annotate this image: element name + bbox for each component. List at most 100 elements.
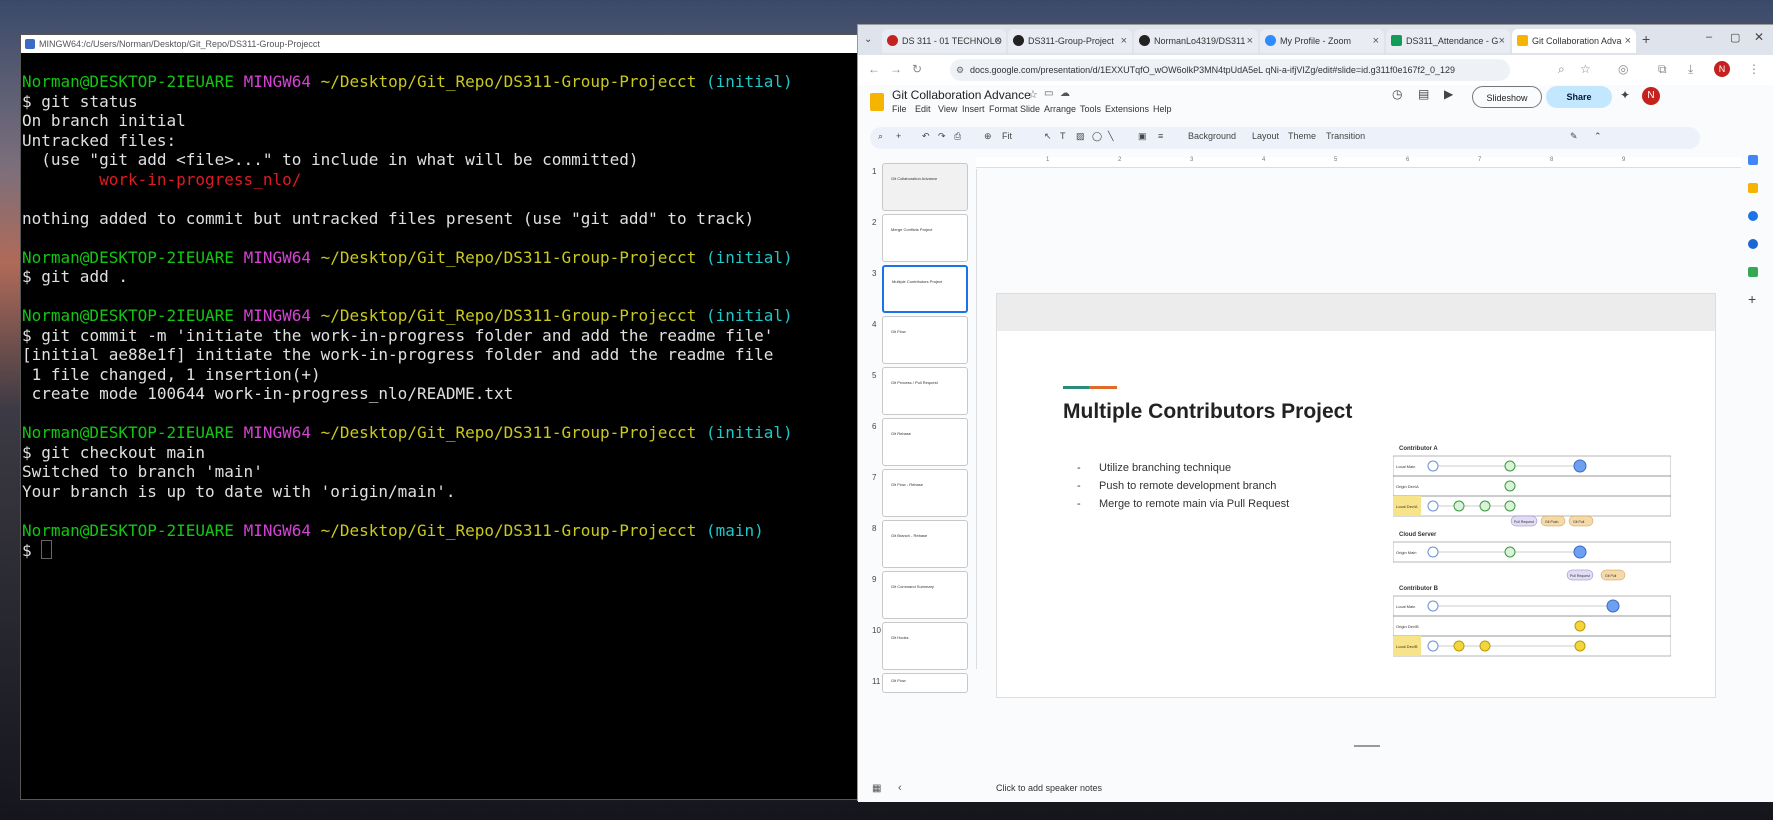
select-tool-icon[interactable]: ↖ (1044, 131, 1052, 142)
profile-avatar[interactable]: N (1714, 61, 1730, 77)
slide-thumb[interactable]: Git Process / Pull Request (882, 367, 968, 415)
menu-extensions[interactable]: Extensions (1105, 104, 1149, 114)
menu-arrange[interactable]: Arrange (1044, 104, 1076, 114)
calendar-icon[interactable] (1748, 155, 1758, 165)
browser-tab-active[interactable]: Git Collaboration Adva × (1512, 29, 1636, 53)
browser-menu-icon[interactable]: ⋮ (1748, 62, 1760, 76)
history-icon[interactable]: ◷ (1392, 87, 1402, 101)
horizontal-ruler[interactable]: 1 2 3 4 5 6 7 8 9 (976, 157, 1741, 168)
slide[interactable]: Multiple Contributors Project - Utilize b… (996, 293, 1716, 698)
minimize-button[interactable]: – (1706, 31, 1712, 43)
contacts-icon[interactable] (1748, 239, 1758, 249)
reload-icon[interactable]: ↻ (912, 62, 922, 76)
bookmark-star-icon[interactable]: ☆ (1580, 62, 1591, 76)
menu-file[interactable]: File (892, 104, 907, 114)
print-icon[interactable]: ⎙ (954, 131, 961, 142)
slide-thumb[interactable]: Git Collaboration Advance (882, 163, 968, 211)
text-box-icon[interactable]: T (1060, 131, 1066, 141)
image-icon[interactable]: ▨ (1076, 131, 1085, 142)
undo-icon[interactable]: ↶ (922, 131, 930, 142)
maximize-button[interactable]: ▢ (1730, 31, 1740, 44)
slides-logo-icon[interactable] (870, 93, 884, 111)
menu-slide[interactable]: Slide (1020, 104, 1040, 114)
menu-format[interactable]: Format (989, 104, 1018, 114)
menu-tools[interactable]: Tools (1080, 104, 1101, 114)
tasks-icon[interactable] (1748, 211, 1758, 221)
close-tab-icon[interactable]: × (1373, 29, 1379, 53)
bullet-item[interactable]: - Push to remote development branch (1077, 480, 1276, 492)
url-field[interactable]: ⚙ docs.google.com/presentation/d/1EXXUTq… (950, 59, 1510, 81)
new-slide-icon[interactable]: + (896, 131, 901, 141)
align-icon[interactable]: ≡ (1158, 131, 1163, 141)
extension-icon[interactable]: ◎ (1618, 62, 1628, 76)
account-avatar[interactable]: N (1642, 87, 1660, 105)
menu-insert[interactable]: Insert (962, 104, 985, 114)
comment-icon[interactable]: ▤ (1418, 87, 1429, 101)
layout-button[interactable]: Layout (1252, 131, 1279, 141)
collapse-filmstrip-icon[interactable]: ‹ (898, 782, 902, 794)
slide-thumb[interactable]: Git Hooks (882, 622, 968, 670)
gemini-icon[interactable]: ✦ (1620, 88, 1630, 102)
slideshow-button[interactable]: Slideshow (1472, 86, 1542, 108)
slide-thumb-selected[interactable]: Multiple Contributors Project (882, 265, 968, 313)
download-icon[interactable]: ⤓ (1688, 62, 1693, 77)
search-menus-icon[interactable]: ⌕ (878, 131, 883, 142)
close-tab-icon[interactable]: × (1499, 29, 1505, 53)
slide-thumb[interactable]: Git Flow (882, 673, 968, 693)
close-tab-icon[interactable]: × (1121, 29, 1127, 53)
browser-tab[interactable]: NormanLo4319/DS311 × (1134, 29, 1258, 53)
bullet-item[interactable]: - Utilize branching technique (1077, 462, 1231, 474)
slide-thumb[interactable]: Merge Conflicts Project (882, 214, 968, 262)
cloud-saved-icon[interactable]: ☁ (1060, 88, 1070, 99)
menu-view[interactable]: View (938, 104, 957, 114)
close-tab-icon[interactable]: × (1247, 29, 1253, 53)
menu-help[interactable]: Help (1153, 104, 1172, 114)
star-icon[interactable]: ☆ (1028, 88, 1038, 101)
terminal-output[interactable]: Norman@DESKTOP-2IEUARE MINGW64 ~/Desktop… (21, 54, 859, 799)
site-info-icon[interactable]: ⚙ (956, 59, 964, 81)
forward-icon[interactable]: → (890, 62, 902, 76)
slide-thumb[interactable]: Git Rebase (882, 418, 968, 466)
close-tab-icon[interactable]: × (995, 29, 1001, 53)
slide-filmstrip[interactable]: 1 Git Collaboration Advance 2 Merge Conf… (858, 157, 973, 762)
theme-button[interactable]: Theme (1288, 131, 1316, 141)
slide-thumb[interactable]: Git Flow - Rebase (882, 469, 968, 517)
keep-icon[interactable] (1748, 183, 1758, 193)
shape-icon[interactable]: ◯ (1092, 131, 1102, 142)
browser-tab[interactable]: DS311-Group-Project × (1008, 29, 1132, 53)
slide-thumb[interactable]: Git Command Summary (882, 571, 968, 619)
line-icon[interactable]: ╲ (1108, 131, 1113, 142)
grid-view-icon[interactable]: ▦ (872, 783, 881, 794)
transition-button[interactable]: Transition (1326, 131, 1365, 141)
slide-title[interactable]: Multiple Contributors Project (1063, 400, 1352, 424)
zoom-select[interactable]: Fit (1002, 131, 1012, 141)
slide-thumb[interactable]: Git Branch - Rebase (882, 520, 968, 568)
tab-search-icon[interactable]: ⌄ (864, 34, 872, 45)
redo-icon[interactable]: ↷ (938, 131, 946, 142)
terminal-window[interactable]: MINGW64:/c/Users/Norman/Desktop/Git_Repo… (20, 34, 860, 800)
terminal-cursor[interactable] (41, 540, 53, 559)
browser-tab[interactable]: DS 311 - 01 TECHNOLO × (882, 29, 1006, 53)
new-tab-button[interactable]: + (1642, 31, 1650, 47)
move-folder-icon[interactable]: ▭ (1044, 88, 1053, 99)
zoom-icon[interactable]: ⌕ (1558, 62, 1565, 77)
vertical-ruler[interactable] (976, 169, 977, 669)
slide-canvas[interactable]: 1 2 3 4 5 6 7 8 9 Multiple Contributors … (976, 157, 1766, 757)
maps-icon[interactable] (1748, 267, 1758, 277)
document-title[interactable]: Git Collaboration Advance (892, 88, 1031, 102)
extensions-puzzle-icon[interactable]: ⧉ (1658, 62, 1667, 77)
pen-tool-icon[interactable]: ✎ (1570, 131, 1578, 142)
background-button[interactable]: Background (1188, 131, 1236, 141)
add-addon-icon[interactable]: + (1748, 291, 1756, 307)
speaker-notes-placeholder[interactable]: Click to add speaker notes (996, 783, 1102, 793)
zoom-tool-icon[interactable]: ⊕ (984, 131, 992, 142)
share-button[interactable]: Share (1546, 86, 1612, 108)
browser-tab[interactable]: DS311_Attendance - G × (1386, 29, 1510, 53)
meet-icon[interactable]: ▶ (1444, 87, 1453, 101)
git-flow-diagram[interactable]: Contributor A Local Main Origin Dev/A Lo… (1393, 444, 1671, 660)
close-tab-icon[interactable]: × (1625, 29, 1631, 53)
menu-edit[interactable]: Edit (915, 104, 931, 114)
bullet-item[interactable]: - Merge to remote main via Pull Request (1077, 498, 1289, 510)
terminal-titlebar[interactable]: MINGW64:/c/Users/Norman/Desktop/Git_Repo… (21, 35, 859, 53)
speaker-notes[interactable]: ▦ ‹ Click to add speaker notes (858, 779, 1773, 801)
